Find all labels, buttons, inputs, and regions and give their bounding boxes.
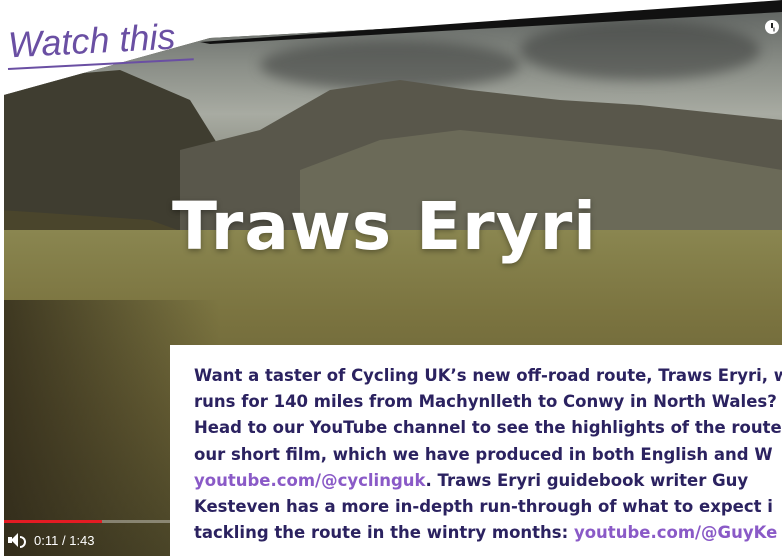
time-total: 1:43 xyxy=(69,532,95,548)
watch-this-label: Watch this xyxy=(7,15,177,66)
description-line: Head to our YouTube channel to see the h… xyxy=(194,418,782,438)
video-time: 0:11 / 1:43 xyxy=(34,533,95,548)
description-card: Want a taster of Cycling UK’s new off-ro… xyxy=(170,345,782,556)
description-line: our short film, which we have produced i… xyxy=(194,444,773,464)
video-controls: 0:11 / 1:43 xyxy=(8,531,95,549)
volume-icon[interactable] xyxy=(8,533,26,548)
description-line-rest: . Traws Eryri guidebook writer Guy xyxy=(425,470,749,490)
description-line: Want a taster of Cycling UK’s new off-ro… xyxy=(194,366,782,385)
video-progress-fill xyxy=(4,520,102,523)
time-separator: / xyxy=(61,532,66,548)
video-title-overlay: Traws Eryri xyxy=(172,188,597,265)
description-text: Want a taster of Cycling UK’s new off-ro… xyxy=(194,363,782,546)
description-line: runs for 140 miles from Machynlleth to C… xyxy=(194,392,777,412)
video-progress-bar[interactable] xyxy=(4,520,170,523)
description-line: tackling the route in the wintry months:… xyxy=(194,520,782,546)
description-line: youtube.com/@cyclinguk. Traws Eryri guid… xyxy=(194,468,782,494)
time-current: 0:11 xyxy=(34,532,59,548)
description-line-start: tackling the route in the wintry months: xyxy=(194,523,574,543)
clock-icon[interactable] xyxy=(765,20,779,34)
description-line: Kesteven has a more in-depth run-through… xyxy=(194,497,773,517)
guykesteven-youtube-link[interactable]: youtube.com/@GuyKe xyxy=(574,523,777,542)
cyclinguk-youtube-link[interactable]: youtube.com/@cyclinguk xyxy=(194,471,425,490)
